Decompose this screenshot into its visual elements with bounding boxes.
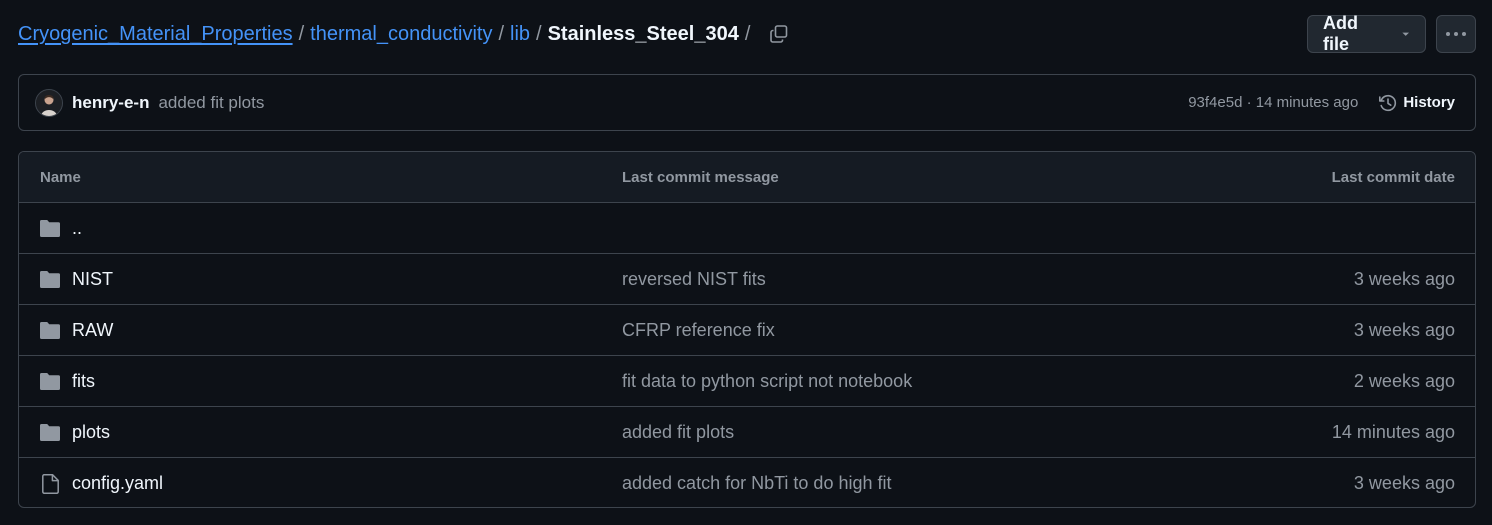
page: Cryogenic_Material_Properties / thermal_… <box>0 0 1492 525</box>
row-name[interactable]: config.yaml <box>72 473 163 494</box>
row-commit-message[interactable]: added catch for NbTi to do high fit <box>601 473 1175 494</box>
table-row[interactable]: fits fit data to python script not noteb… <box>19 356 1475 407</box>
row-commit-message[interactable]: added fit plots <box>601 422 1175 443</box>
copy-icon <box>770 25 788 43</box>
commit-author[interactable]: henry-e-n <box>72 93 149 113</box>
commit-meta-group: 93f4e5d · 14 minutes ago History <box>1188 93 1455 113</box>
row-name[interactable]: .. <box>72 218 82 239</box>
row-commit-date: 2 weeks ago <box>1353 370 1455 391</box>
column-header-name: Name <box>40 168 81 186</box>
header-actions: Add file <box>1307 13 1476 54</box>
row-commit-message[interactable]: CFRP reference fix <box>601 320 1175 341</box>
avatar[interactable] <box>35 88 63 117</box>
table-row[interactable]: config.yaml added catch for NbTi to do h… <box>19 458 1475 507</box>
row-name[interactable]: NIST <box>72 269 113 290</box>
file-table: Name Last commit message Last commit dat… <box>18 151 1476 508</box>
table-row-parent[interactable]: .. <box>19 203 1475 254</box>
breadcrumb: Cryogenic_Material_Properties / thermal_… <box>18 21 792 47</box>
row-name[interactable]: RAW <box>72 320 113 341</box>
row-commit-date: 3 weeks ago <box>1353 473 1455 493</box>
table-row[interactable]: plots added fit plots 14 minutes ago <box>19 407 1475 458</box>
add-file-button[interactable]: Add file <box>1307 13 1426 54</box>
row-commit-date: 14 minutes ago <box>1331 421 1455 442</box>
breadcrumb-link-lib[interactable]: lib <box>510 22 530 46</box>
breadcrumb-current: Stainless_Steel_304 <box>547 23 739 45</box>
commit-info: henry-e-n added fit plots <box>35 88 264 117</box>
row-name[interactable]: plots <box>72 422 110 443</box>
more-options-button[interactable] <box>1436 15 1476 53</box>
column-header-date: Last commit date <box>1331 168 1455 186</box>
commit-hash-time[interactable]: 93f4e5d · 14 minutes ago <box>1188 94 1358 111</box>
latest-commit-bar: henry-e-n added fit plots 93f4e5d · 14 m… <box>18 74 1476 131</box>
breadcrumb-repo-link[interactable]: Cryogenic_Material_Properties <box>18 22 293 46</box>
breadcrumb-separator: / <box>298 23 305 45</box>
table-header: Name Last commit message Last commit dat… <box>19 152 1475 203</box>
folder-icon <box>40 372 60 390</box>
caret-down-icon <box>1401 32 1409 36</box>
column-header-message: Last commit message <box>622 168 779 186</box>
breadcrumb-separator: / <box>498 23 505 45</box>
header: Cryogenic_Material_Properties / thermal_… <box>18 12 1476 56</box>
history-label: History <box>1403 94 1455 111</box>
row-commit-message[interactable]: fit data to python script not notebook <box>601 371 1175 392</box>
row-commit-message[interactable]: reversed NIST fits <box>601 269 1175 290</box>
history-link[interactable]: History <box>1378 93 1455 113</box>
folder-icon <box>40 219 60 237</box>
add-file-label: Add file <box>1323 13 1358 54</box>
folder-icon <box>40 321 60 339</box>
breadcrumb-separator: / <box>744 23 751 45</box>
row-name[interactable]: fits <box>72 371 95 392</box>
history-icon <box>1379 94 1397 111</box>
kebab-horizontal-icon <box>1446 32 1466 36</box>
folder-icon <box>40 270 60 288</box>
row-commit-date: 3 weeks ago <box>1353 268 1455 289</box>
row-commit-date: 3 weeks ago <box>1353 319 1455 340</box>
user-avatar-icon <box>36 89 62 116</box>
table-row[interactable]: NIST reversed NIST fits 3 weeks ago <box>19 254 1475 305</box>
breadcrumb-link-thermal-conductivity[interactable]: thermal_conductivity <box>310 22 492 46</box>
folder-icon <box>40 423 60 441</box>
copy-path-button[interactable] <box>766 21 792 47</box>
file-icon <box>41 473 59 494</box>
table-row[interactable]: RAW CFRP reference fix 3 weeks ago <box>19 305 1475 356</box>
breadcrumb-separator: / <box>536 23 542 45</box>
commit-message[interactable]: added fit plots <box>158 93 264 113</box>
